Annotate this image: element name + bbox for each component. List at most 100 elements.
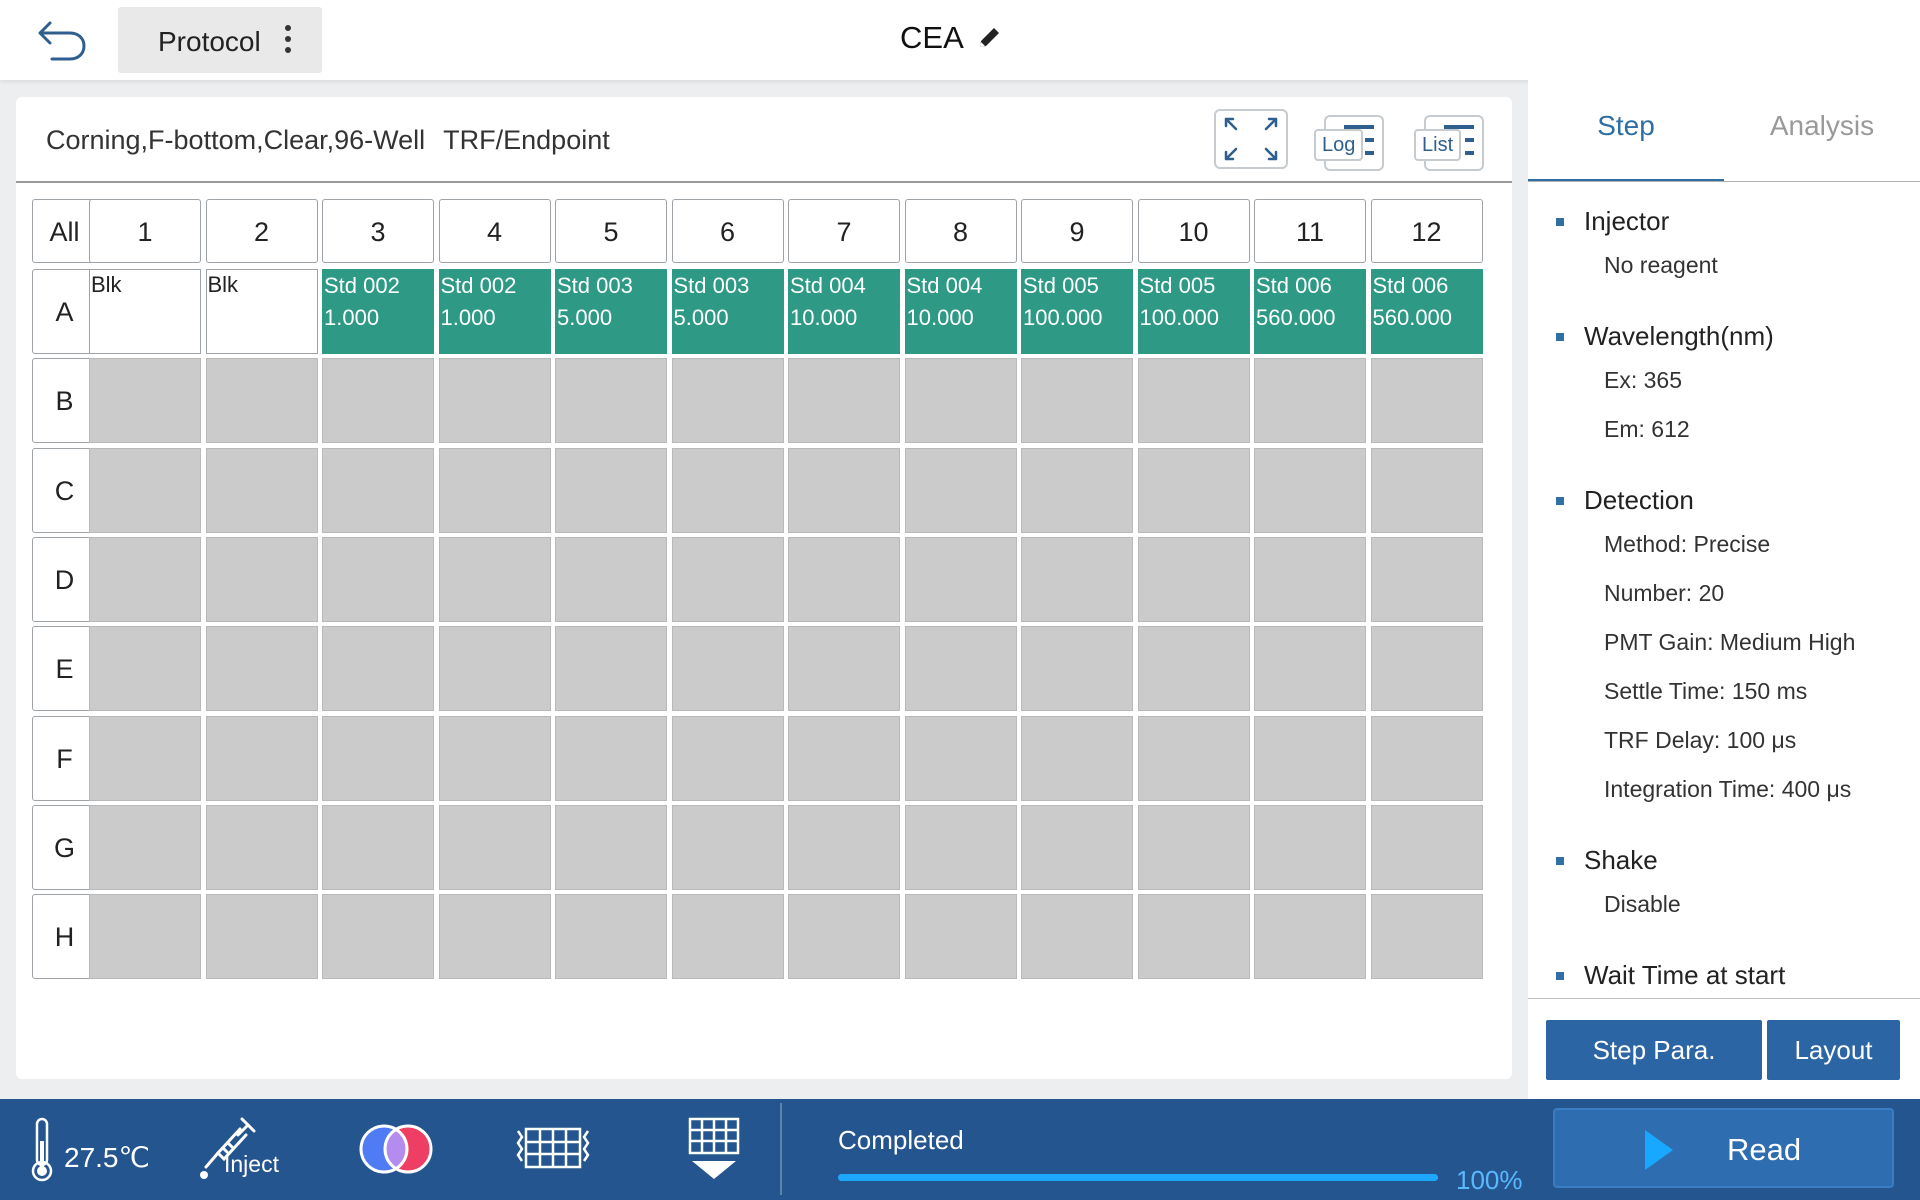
- well-E11[interactable]: [1254, 626, 1366, 712]
- well-C10[interactable]: [1137, 447, 1250, 533]
- well-C7[interactable]: [788, 447, 900, 533]
- well-H2[interactable]: [205, 894, 318, 980]
- well-G11[interactable]: [1254, 804, 1366, 890]
- well-H5[interactable]: [555, 894, 667, 980]
- row-header-F[interactable]: F: [32, 715, 97, 801]
- column-header-6[interactable]: 6: [671, 199, 784, 263]
- column-header-9[interactable]: 9: [1021, 199, 1133, 263]
- well-C3[interactable]: [322, 447, 434, 533]
- color-filter-button[interactable]: [356, 1119, 436, 1179]
- well-G2[interactable]: [205, 804, 318, 890]
- well-A8[interactable]: Std 004 10.000: [904, 269, 1017, 354]
- well-E12[interactable]: [1370, 626, 1483, 712]
- well-D2[interactable]: [205, 536, 318, 622]
- column-header-7[interactable]: 7: [788, 199, 900, 263]
- well-E6[interactable]: [671, 626, 784, 712]
- well-H12[interactable]: [1370, 894, 1483, 980]
- well-E2[interactable]: [205, 626, 318, 712]
- well-H9[interactable]: [1021, 894, 1133, 980]
- column-header-12[interactable]: 12: [1370, 199, 1483, 263]
- row-header-C[interactable]: C: [32, 447, 97, 533]
- well-H10[interactable]: [1137, 894, 1250, 980]
- well-G7[interactable]: [788, 804, 900, 890]
- column-header-10[interactable]: 10: [1137, 199, 1250, 263]
- step-para-button[interactable]: Step Para.: [1546, 1020, 1762, 1080]
- well-B3[interactable]: [322, 358, 434, 444]
- plate-eject-button[interactable]: [684, 1115, 744, 1183]
- row-header-B[interactable]: B: [32, 358, 97, 444]
- well-A4[interactable]: Std 002 1.000: [438, 269, 551, 354]
- well-F5[interactable]: [555, 715, 667, 801]
- well-C5[interactable]: [555, 447, 667, 533]
- well-A7[interactable]: Std 004 10.000: [788, 269, 900, 354]
- protocol-menu-button[interactable]: Protocol: [118, 7, 322, 73]
- column-header-5[interactable]: 5: [555, 199, 667, 263]
- well-C2[interactable]: [205, 447, 318, 533]
- list-button[interactable]: List: [1414, 109, 1488, 171]
- well-C6[interactable]: [671, 447, 784, 533]
- log-button[interactable]: Log: [1314, 109, 1388, 171]
- well-F3[interactable]: [322, 715, 434, 801]
- column-header-11[interactable]: 11: [1254, 199, 1366, 263]
- column-header-8[interactable]: 8: [904, 199, 1017, 263]
- well-D10[interactable]: [1137, 536, 1250, 622]
- well-D12[interactable]: [1370, 536, 1483, 622]
- well-H6[interactable]: [671, 894, 784, 980]
- well-B6[interactable]: [671, 358, 784, 444]
- well-E3[interactable]: [322, 626, 434, 712]
- well-D5[interactable]: [555, 536, 667, 622]
- well-C12[interactable]: [1370, 447, 1483, 533]
- well-B10[interactable]: [1137, 358, 1250, 444]
- well-G8[interactable]: [904, 804, 1017, 890]
- well-F12[interactable]: [1370, 715, 1483, 801]
- well-G3[interactable]: [322, 804, 434, 890]
- well-E5[interactable]: [555, 626, 667, 712]
- well-A1[interactable]: Blk: [89, 269, 201, 354]
- well-D7[interactable]: [788, 536, 900, 622]
- well-A6[interactable]: Std 003 5.000: [671, 269, 784, 354]
- read-button[interactable]: Read: [1553, 1108, 1894, 1188]
- layout-button[interactable]: Layout: [1767, 1020, 1900, 1080]
- well-B8[interactable]: [904, 358, 1017, 444]
- plate-load-button[interactable]: [512, 1121, 594, 1175]
- well-F8[interactable]: [904, 715, 1017, 801]
- well-D8[interactable]: [904, 536, 1017, 622]
- well-E8[interactable]: [904, 626, 1017, 712]
- fullscreen-button[interactable]: [1214, 109, 1288, 169]
- well-H3[interactable]: [322, 894, 434, 980]
- well-A2[interactable]: Blk: [205, 269, 318, 354]
- well-D6[interactable]: [671, 536, 784, 622]
- well-D1[interactable]: [89, 536, 201, 622]
- well-A10[interactable]: Std 005 100.000: [1137, 269, 1250, 354]
- well-H1[interactable]: [89, 894, 201, 980]
- well-F10[interactable]: [1137, 715, 1250, 801]
- well-B5[interactable]: [555, 358, 667, 444]
- well-A5[interactable]: Std 003 5.000: [555, 269, 667, 354]
- well-B9[interactable]: [1021, 358, 1133, 444]
- well-G4[interactable]: [438, 804, 551, 890]
- well-A3[interactable]: Std 002 1.000: [322, 269, 434, 354]
- well-H8[interactable]: [904, 894, 1017, 980]
- well-F4[interactable]: [438, 715, 551, 801]
- well-C8[interactable]: [904, 447, 1017, 533]
- well-A9[interactable]: Std 005 100.000: [1021, 269, 1133, 354]
- column-header-4[interactable]: 4: [438, 199, 551, 263]
- well-D3[interactable]: [322, 536, 434, 622]
- tab-analysis[interactable]: Analysis: [1724, 110, 1920, 142]
- well-F11[interactable]: [1254, 715, 1366, 801]
- well-C11[interactable]: [1254, 447, 1366, 533]
- well-H7[interactable]: [788, 894, 900, 980]
- well-B1[interactable]: [89, 358, 201, 444]
- well-A11[interactable]: Std 006 560.000: [1254, 269, 1366, 354]
- well-C1[interactable]: [89, 447, 201, 533]
- well-H11[interactable]: [1254, 894, 1366, 980]
- well-B11[interactable]: [1254, 358, 1366, 444]
- well-E7[interactable]: [788, 626, 900, 712]
- well-F2[interactable]: [205, 715, 318, 801]
- well-F6[interactable]: [671, 715, 784, 801]
- well-B2[interactable]: [205, 358, 318, 444]
- well-G6[interactable]: [671, 804, 784, 890]
- inject-button[interactable]: Inject: [198, 1113, 308, 1187]
- well-E10[interactable]: [1137, 626, 1250, 712]
- well-D11[interactable]: [1254, 536, 1366, 622]
